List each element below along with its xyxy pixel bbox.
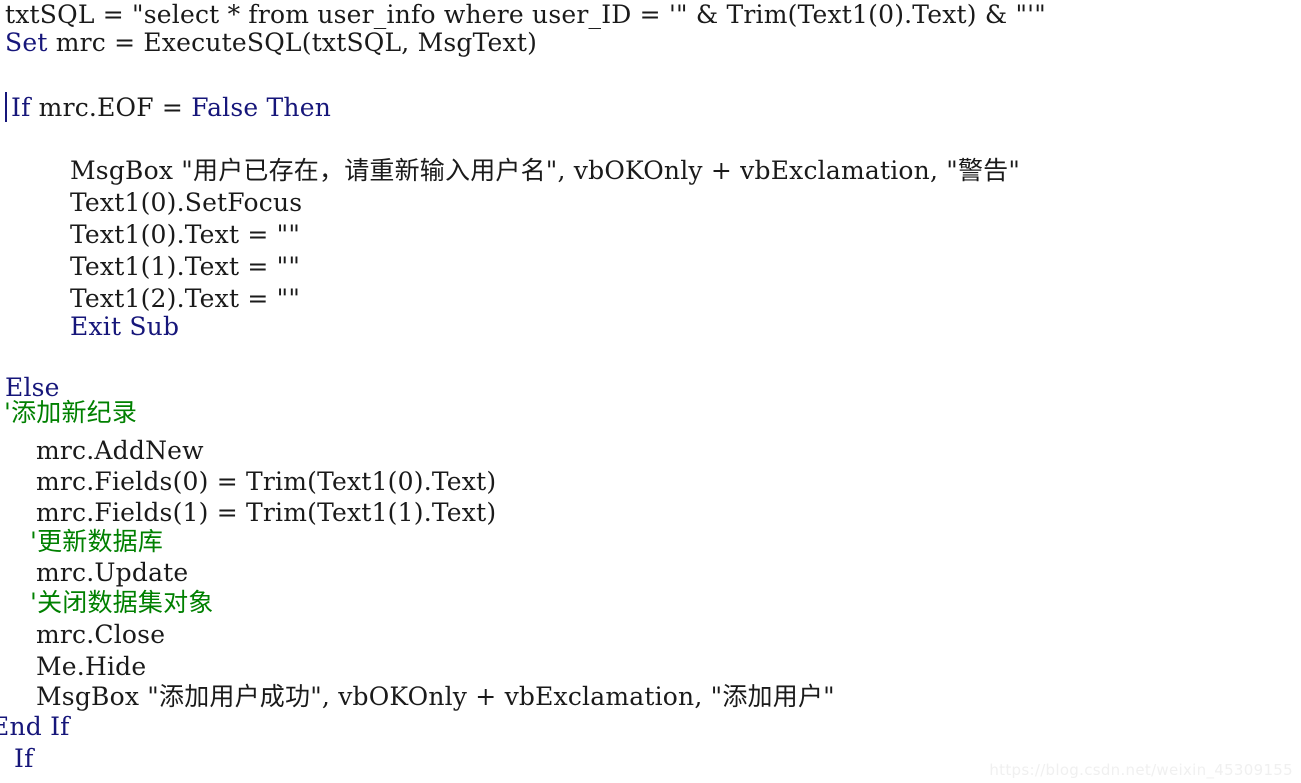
code-line[interactable]: End If	[0, 714, 70, 740]
code-token-plain: mrc.AddNew	[36, 436, 204, 465]
code-token-plain: Text1(2).Text = ""	[70, 284, 301, 313]
code-token-keyword: If	[11, 93, 31, 122]
code-token-plain: MsgBox "用户已存在，请重新输入用户名", vbOKOnly + vbEx…	[70, 156, 1021, 185]
code-line[interactable]: txtSQL = "select * from user_info where …	[5, 2, 1046, 28]
code-token-keyword: If	[14, 744, 34, 773]
code-token-keyword: End If	[0, 712, 70, 741]
code-line[interactable]: mrc.Fields(0) = Trim(Text1(0).Text)	[36, 469, 496, 495]
code-token-keyword: Exit Sub	[70, 312, 180, 341]
code-token-plain: MsgBox "添加用户成功", vbOKOnly + vbExclamatio…	[36, 682, 835, 711]
code-line[interactable]: MsgBox "添加用户成功", vbOKOnly + vbExclamatio…	[36, 684, 835, 710]
code-line[interactable]	[70, 345, 78, 371]
code-line[interactable]: Exit Sub	[70, 314, 179, 340]
code-line[interactable]: mrc.Fields(1) = Trim(Text1(1).Text)	[36, 500, 496, 526]
code-line[interactable]: '更新数据库	[30, 529, 163, 555]
code-token-plain: txtSQL = "select * from user_info where …	[5, 0, 1046, 29]
code-token-plain: mrc = ExecuteSQL(txtSQL, MsgText)	[47, 28, 538, 57]
code-line[interactable]: If mrc.EOF = False Then	[11, 95, 331, 121]
code-line[interactable]: mrc.AddNew	[36, 438, 204, 464]
code-token-comment: '更新数据库	[30, 527, 164, 556]
code-line[interactable]: '添加新纪录	[4, 400, 137, 426]
code-line[interactable]: mrc.Update	[36, 560, 188, 586]
code-line[interactable]: If	[14, 746, 34, 772]
code-line[interactable]: MsgBox "用户已存在，请重新输入用户名", vbOKOnly + vbEx…	[70, 158, 1020, 184]
code-line[interactable]	[5, 58, 13, 84]
code-line[interactable]: Text1(0).SetFocus	[70, 190, 302, 216]
code-token-plain: mrc.Fields(0) = Trim(Text1(0).Text)	[36, 467, 497, 496]
code-token-comment: '添加新纪录	[4, 398, 138, 427]
code-line[interactable]: Text1(2).Text = ""	[70, 286, 300, 312]
code-token-plain: Text1(0).SetFocus	[70, 188, 303, 217]
code-line[interactable]: Me.Hide	[36, 654, 146, 680]
code-token-plain: mrc.Fields(1) = Trim(Text1(1).Text)	[36, 498, 497, 527]
code-line[interactable]: '关闭数据集对象	[30, 590, 213, 616]
code-token-plain: mrc.EOF =	[30, 93, 192, 122]
code-token-comment: '关闭数据集对象	[30, 588, 214, 617]
code-line[interactable]	[11, 130, 19, 156]
code-token-plain: mrc.Update	[36, 558, 189, 587]
code-token-plain: Me.Hide	[36, 652, 147, 681]
code-token-keyword: Set	[5, 28, 48, 57]
code-editor-surface: txtSQL = "select * from user_info where …	[0, 0, 1301, 783]
csdn-watermark: https://blog.csdn.net/weixin_45309155	[989, 761, 1293, 779]
code-line[interactable]: Text1(0).Text = ""	[70, 222, 300, 248]
code-line[interactable]: Text1(1).Text = ""	[70, 254, 300, 280]
code-token-plain: Text1(0).Text = ""	[70, 220, 301, 249]
code-token-keyword: False Then	[191, 93, 332, 122]
code-token-plain: mrc.Close	[36, 620, 166, 649]
text-cursor	[5, 92, 7, 122]
code-token-plain: Text1(1).Text = ""	[70, 252, 301, 281]
code-line[interactable]: mrc.Close	[36, 622, 165, 648]
code-line[interactable]: Set mrc = ExecuteSQL(txtSQL, MsgText)	[5, 30, 537, 56]
